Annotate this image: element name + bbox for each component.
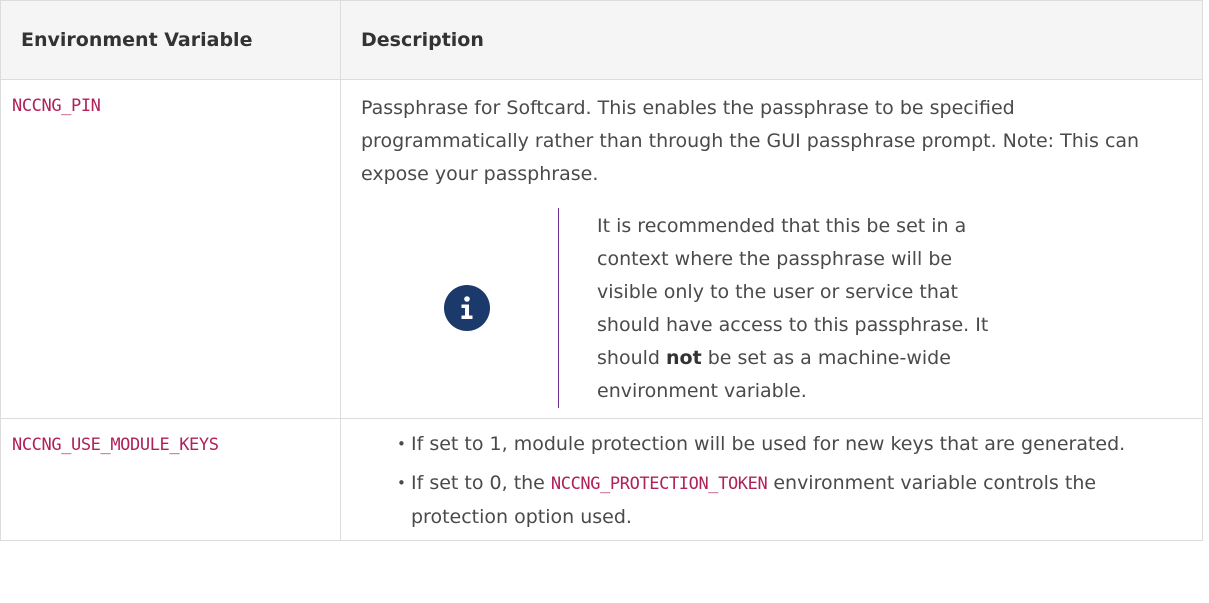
variable-cell: NCCNG_USE_MODULE_KEYS — [0, 418, 341, 541]
header-environment-variable: Environment Variable — [0, 0, 341, 80]
list-item: If set to 0, the NCCNG_PROTECTION_TOKEN … — [397, 467, 1182, 534]
description-cell: Passphrase for Softcard. This enables th… — [340, 79, 1203, 419]
table-header-row: Environment Variable Description — [0, 0, 1203, 80]
variable-name: NCCNG_USE_MODULE_KEYS — [12, 435, 219, 455]
table-row: NCCNG_USE_MODULE_KEYS If set to 1, modul… — [0, 418, 1203, 541]
note-text: It is recommended that this be set in a … — [559, 210, 1017, 408]
header-description: Description — [340, 0, 1203, 80]
list-item-text: If set to 1, module protection will be u… — [411, 433, 1126, 455]
description-cell: If set to 1, module protection will be u… — [340, 418, 1203, 541]
inline-code: NCCNG_PROTECTION_TOKEN — [550, 474, 768, 494]
variable-name: NCCNG_PIN — [12, 96, 101, 116]
variable-cell: NCCNG_PIN — [0, 79, 341, 419]
list-item: If set to 1, module protection will be u… — [397, 428, 1182, 461]
options-list: If set to 1, module protection will be u… — [361, 428, 1182, 534]
info-icon — [443, 285, 490, 331]
table-row: NCCNG_PIN Passphrase for Softcard. This … — [0, 79, 1203, 419]
note-emphasis: not — [666, 347, 702, 369]
note-text-start: It is recommended that this be set in a … — [597, 215, 989, 369]
note-icon-column — [361, 208, 559, 408]
environment-variables-table: Environment Variable Description NCCNG_P… — [0, 0, 1203, 541]
description-text: Passphrase for Softcard. This enables th… — [361, 97, 1140, 185]
list-item-text-start: If set to 0, the — [411, 472, 551, 494]
info-note: It is recommended that this be set in a … — [361, 208, 1182, 408]
